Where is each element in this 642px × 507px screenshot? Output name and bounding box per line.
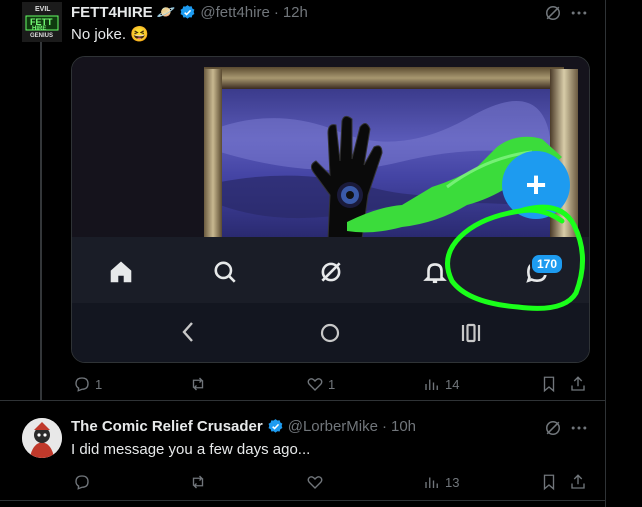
timestamp[interactable]: 10h: [391, 418, 416, 435]
grok-icon[interactable]: [543, 418, 563, 443]
avatar-text: GENIUS: [30, 33, 54, 39]
reply-button[interactable]: 1: [73, 375, 102, 393]
annotation-circle-drawing: [445, 204, 586, 311]
thread-line: [40, 42, 42, 400]
author-name[interactable]: The Comic Relief Crusader: [71, 418, 263, 435]
tweet-divider: [0, 400, 605, 401]
heart-icon: [307, 378, 323, 391]
planet-emoji: 🪐: [156, 4, 176, 21]
frame: [204, 69, 222, 239]
system-back-icon[interactable]: [178, 319, 198, 350]
share-icon: [571, 376, 585, 391]
share-button[interactable]: [569, 375, 587, 393]
tweet-header: FETT4HIRE 🪐 @fett4hire · 12h: [71, 3, 308, 22]
system-home-icon[interactable]: [318, 321, 342, 350]
grok-icon[interactable]: [543, 3, 563, 28]
separator-dot: ·: [381, 418, 387, 435]
reply-icon: [75, 475, 89, 490]
avatar[interactable]: [22, 418, 62, 458]
avatar-text: HIRE: [32, 26, 47, 32]
repost-icon: [192, 475, 204, 489]
verified-badge-icon: [180, 4, 195, 19]
more-options-icon[interactable]: [569, 418, 589, 443]
home-icon[interactable]: [108, 259, 134, 290]
view-count: 14: [445, 376, 460, 392]
views-chart-icon: [425, 477, 438, 488]
reply-count: 1: [95, 376, 103, 392]
like-button[interactable]: [306, 473, 328, 491]
reply-icon: [75, 377, 89, 392]
bookmark-button[interactable]: [540, 375, 558, 393]
timestamp[interactable]: 12h: [283, 4, 308, 21]
author-name[interactable]: FETT4HIRE: [71, 4, 153, 21]
author-handle[interactable]: @fett4hire: [200, 4, 269, 21]
tweet-text: I did message you a few days ago...: [71, 441, 311, 458]
bookmark-icon: [543, 474, 555, 491]
search-icon[interactable]: [212, 259, 238, 290]
bookmark-button[interactable]: [540, 473, 558, 491]
repost-icon: [192, 377, 204, 391]
tweet-divider: [0, 500, 605, 501]
verified-badge-icon: [268, 419, 283, 433]
repost-button[interactable]: [189, 473, 211, 491]
author-handle[interactable]: @LorberMike: [288, 418, 378, 435]
views-chart-icon: [425, 379, 438, 390]
heart-icon: [307, 476, 323, 489]
share-icon: [571, 474, 585, 489]
avatar[interactable]: EVIL FETT HIRE GENIUS: [22, 2, 62, 42]
bookmark-icon: [543, 376, 555, 393]
reply-button[interactable]: [73, 473, 95, 491]
system-recents-icon[interactable]: [459, 321, 483, 350]
views-button[interactable]: 13: [423, 473, 459, 491]
frame: [204, 67, 564, 89]
share-button[interactable]: [569, 473, 587, 491]
tweet-header: The Comic Relief Crusader @LorberMike · …: [71, 418, 416, 435]
avatar-text: EVIL: [35, 6, 51, 13]
tweet-text: No joke. 😆: [71, 26, 149, 43]
repost-button[interactable]: [189, 375, 211, 393]
column-border: [605, 0, 606, 507]
avatar-figure: [22, 418, 62, 458]
more-options-icon[interactable]: [569, 3, 589, 28]
like-count: 1: [328, 376, 336, 392]
views-button[interactable]: 14: [423, 375, 459, 393]
view-count: 13: [445, 474, 460, 490]
grok-icon[interactable]: [318, 259, 344, 290]
separator-dot: ·: [273, 3, 279, 21]
like-button[interactable]: 1: [306, 375, 335, 393]
